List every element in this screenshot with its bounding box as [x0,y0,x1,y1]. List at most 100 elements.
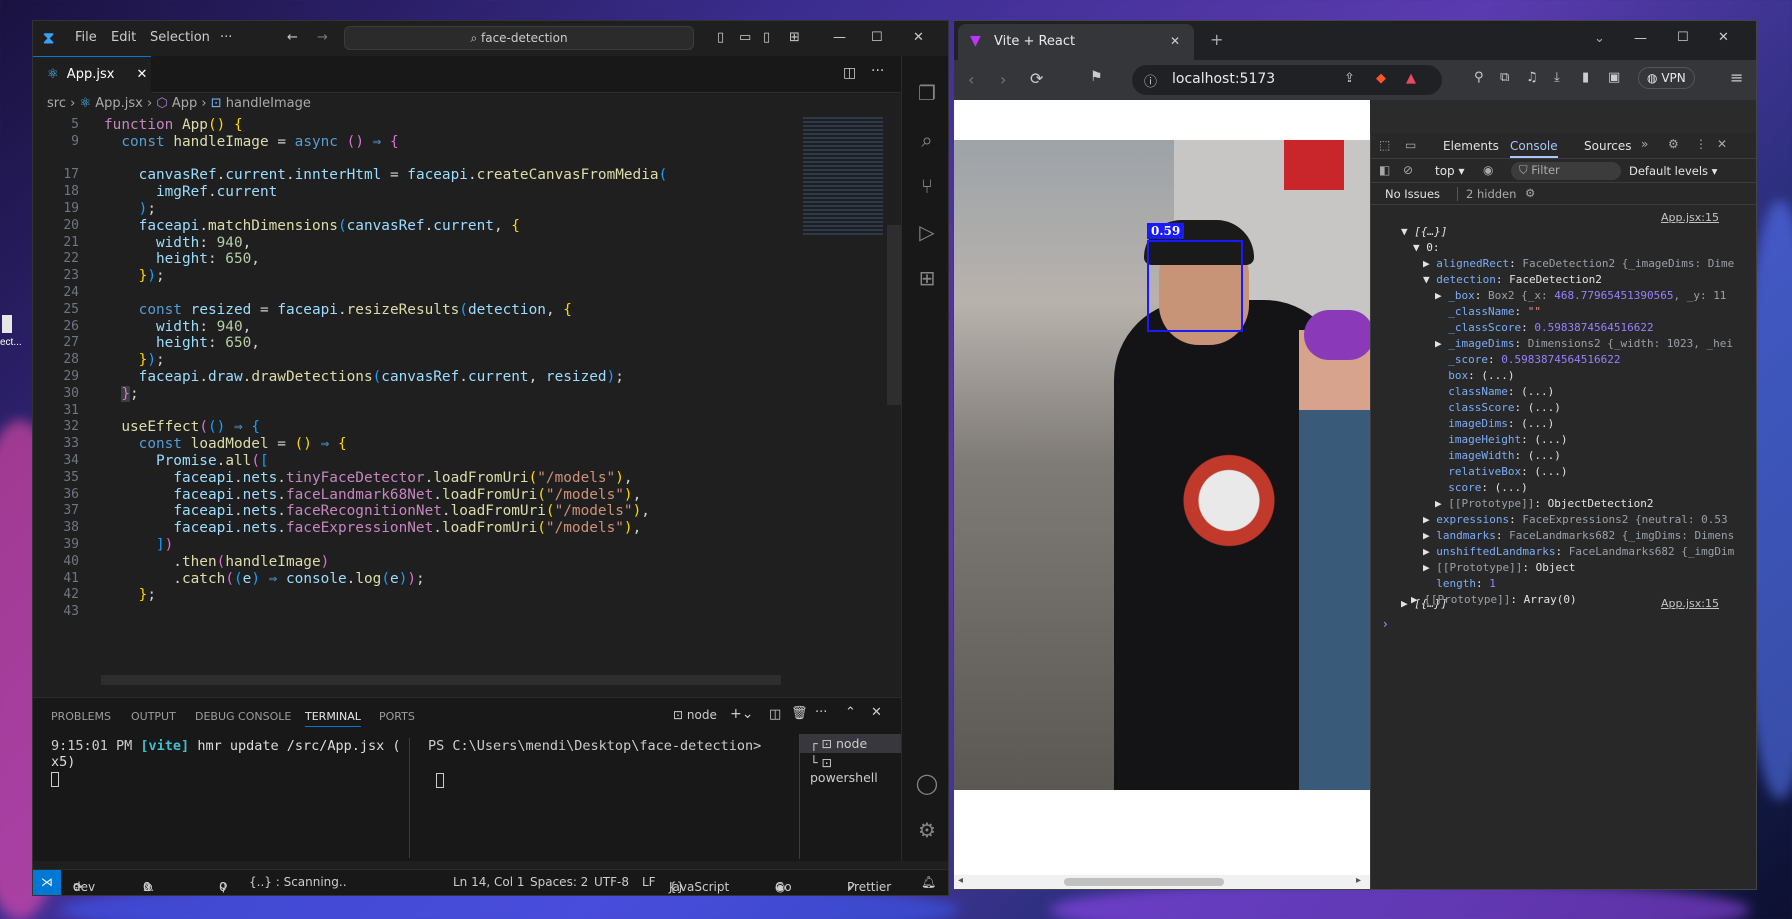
menu-selection[interactable]: Selection [150,30,210,45]
tab-console[interactable]: Console [1510,139,1558,158]
terminal-list-item-powershell[interactable]: └ ⊡ powershell [800,753,901,787]
close-panel-icon[interactable]: ✕ [871,705,882,720]
tab-close-icon[interactable]: ✕ [1170,34,1180,48]
terminal-list-item-node[interactable]: ┌ ⊡ node [800,734,901,753]
console-property-row[interactable]: classScore: (...) [1435,401,1561,414]
menu-file[interactable]: File [75,30,97,45]
console-property-row[interactable]: ▶ [[Prototype]]: ObjectDetection2 [1435,497,1654,510]
terminal-select[interactable]: ⊡ node [673,708,717,722]
more-actions-icon[interactable]: ··· [871,63,884,79]
extension-icon[interactable]: ⚲ [1474,70,1484,85]
back-icon[interactable]: ‹ [968,70,974,89]
toggle-secondary-sidebar-icon[interactable]: ▯ [763,30,770,45]
bell-icon[interactable]: 🔔︎ [921,875,936,889]
scroll-thumb[interactable] [1064,878,1224,886]
address-bar[interactable]: ⓘ localhost:5173 ⇪ ◆ ▲ [1132,65,1442,95]
tab-app-jsx[interactable]: ⚛ App.jsx ✕ [33,56,151,93]
menu-edit[interactable]: Edit [111,30,136,45]
breadcrumb-app[interactable]: App [172,96,197,111]
breadcrumb-handleimage[interactable]: handleImage [226,96,311,111]
remote-icon[interactable]: ⋊ [33,870,61,895]
gear-icon[interactable]: ⚙ [914,818,940,844]
brave-rewards-icon[interactable]: ▲ [1406,71,1416,86]
console-property-row[interactable]: ▶ unshiftedLandmarks: FaceLandmarks682 {… [1423,545,1734,558]
share-icon[interactable]: ⇪ [1344,71,1355,86]
indentation[interactable]: Spaces: 2 [530,875,588,889]
bookmark-icon[interactable]: ⚑ [1090,69,1103,85]
tab-search-icon[interactable]: ⌄ [1594,31,1605,46]
gear-icon[interactable]: ⚙ [1525,186,1535,200]
console-property-row[interactable]: ▶ [[Prototype]]: Object [1423,561,1575,574]
console-property-row[interactable]: ▶ expressions: FaceExpressions2 {neutral… [1423,513,1728,526]
console-property-row[interactable]: className: (...) [1435,385,1554,398]
live-expression-icon[interactable]: ◉ [1483,163,1493,177]
scroll-right-icon[interactable]: ▸ [1356,875,1361,886]
console-property-row[interactable]: ▶ alignedRect: FaceDetection2 {_imageDim… [1423,257,1734,270]
split-editor-icon[interactable]: ◫ [843,65,856,81]
brave-shields-icon[interactable]: ◆ [1376,71,1386,86]
reload-icon[interactable]: ⟳ [1030,69,1043,88]
back-arrow-icon[interactable]: ← [287,30,298,45]
console-property-row[interactable]: imageDims: (...) [1435,417,1554,430]
tab-debug-console[interactable]: DEBUG CONSOLE [195,710,291,723]
minimize-icon[interactable]: — [833,30,846,45]
console-property-row[interactable]: ▶ landmarks: FaceLandmarks682 {_imgDims:… [1423,529,1734,542]
horizontal-scrollbar[interactable] [101,675,781,685]
close-icon[interactable]: ✕ [913,30,924,45]
context-select[interactable]: top ▾ [1435,164,1465,178]
encoding[interactable]: UTF-8 [594,875,629,889]
tab-problems[interactable]: PROBLEMS [51,710,111,723]
hidden-count[interactable]: 2 hidden [1457,187,1516,201]
console-property-row[interactable]: box: (...) [1435,369,1514,382]
desktop-icon[interactable]: ect... [0,315,30,355]
site-info-icon[interactable]: ⓘ [1144,71,1157,90]
minimize-icon[interactable]: — [1634,31,1647,46]
customize-layout-icon[interactable]: ⊞ [789,30,800,45]
close-devtools-icon[interactable]: ✕ [1717,137,1727,151]
maximize-icon[interactable]: ☐ [871,30,883,45]
toggle-panel-icon[interactable]: ▭ [739,30,751,45]
more-icon[interactable]: ··· [815,705,827,720]
breadcrumb-file[interactable]: App.jsx [95,96,143,111]
puzzle-icon[interactable]: ⧉ [1500,70,1509,85]
maximize-panel-icon[interactable]: ⌃ [845,705,856,720]
console-property-row[interactable]: ▶ _imageDims: Dimensions2 {_width: 1023,… [1435,337,1733,350]
menu-icon[interactable]: ≡ [1730,68,1743,87]
tab-elements[interactable]: Elements [1443,139,1499,153]
split-terminal-icon[interactable]: ◫ [769,707,781,722]
console-property-row[interactable]: relativeBox: (...) [1435,465,1567,478]
extensions-icon[interactable]: ⊞ [914,266,940,292]
log-levels-select[interactable]: Default levels ▾ [1629,164,1717,178]
account-icon[interactable]: ◯ [914,771,940,797]
run-debug-icon[interactable]: ▷ [914,220,940,246]
console-entry-root[interactable]: ▼ [{…}] [1401,225,1447,238]
command-center-search[interactable]: ⌕ face-detection [344,26,694,50]
media-icon[interactable]: ♫ [1526,70,1538,85]
gear-icon[interactable]: ⚙ [1668,137,1679,151]
code-editor[interactable]: 5 function App() {9 const handleImage = a… [33,115,901,695]
tab-close-icon[interactable]: ✕ [137,67,148,82]
source-link[interactable]: App.jsx:15 [1661,211,1719,224]
wallet-icon[interactable]: ▣ [1608,70,1620,85]
console-property-row[interactable]: _classScore: 0.5983874564516622 [1435,321,1653,334]
tab-terminal[interactable]: TERMINAL [305,710,361,727]
kebab-menu-icon[interactable]: ⋮ [1695,137,1707,151]
console-property-row[interactable]: ▼ detection: FaceDetection2 [1423,273,1602,286]
tab-output[interactable]: OUTPUT [131,710,176,723]
vpn-button[interactable]: ◍ VPN [1638,67,1695,89]
forward-arrow-icon[interactable]: → [317,30,328,45]
minimap[interactable] [803,117,883,237]
console-property-row[interactable]: ▶ [[Prototype]]: Array(0) [1411,593,1577,606]
page-horizontal-scrollbar[interactable]: ◂ ▸ [954,875,1370,889]
console-property-row[interactable]: ▶ _box: Box2 {_x: 468.77965451390565, _y… [1435,289,1726,302]
console-filter-input[interactable]: ⛉ Filter [1511,162,1621,180]
toggle-sidebar-icon[interactable]: ▯ [717,30,724,45]
more-tabs-icon[interactable]: » [1641,137,1648,151]
source-link[interactable]: App.jsx:15 [1661,597,1719,610]
new-tab-icon[interactable]: + [1210,30,1223,49]
console-prompt-icon[interactable]: › [1383,617,1388,631]
console-entry-index[interactable]: ▼ 0: [1413,241,1440,254]
terminal-powershell[interactable]: PS C:\Users\mendi\Desktop\face-detection… [428,738,798,858]
new-terminal-icon[interactable]: +⌄ [730,706,753,722]
download-icon[interactable]: ⤓ [1554,70,1560,85]
